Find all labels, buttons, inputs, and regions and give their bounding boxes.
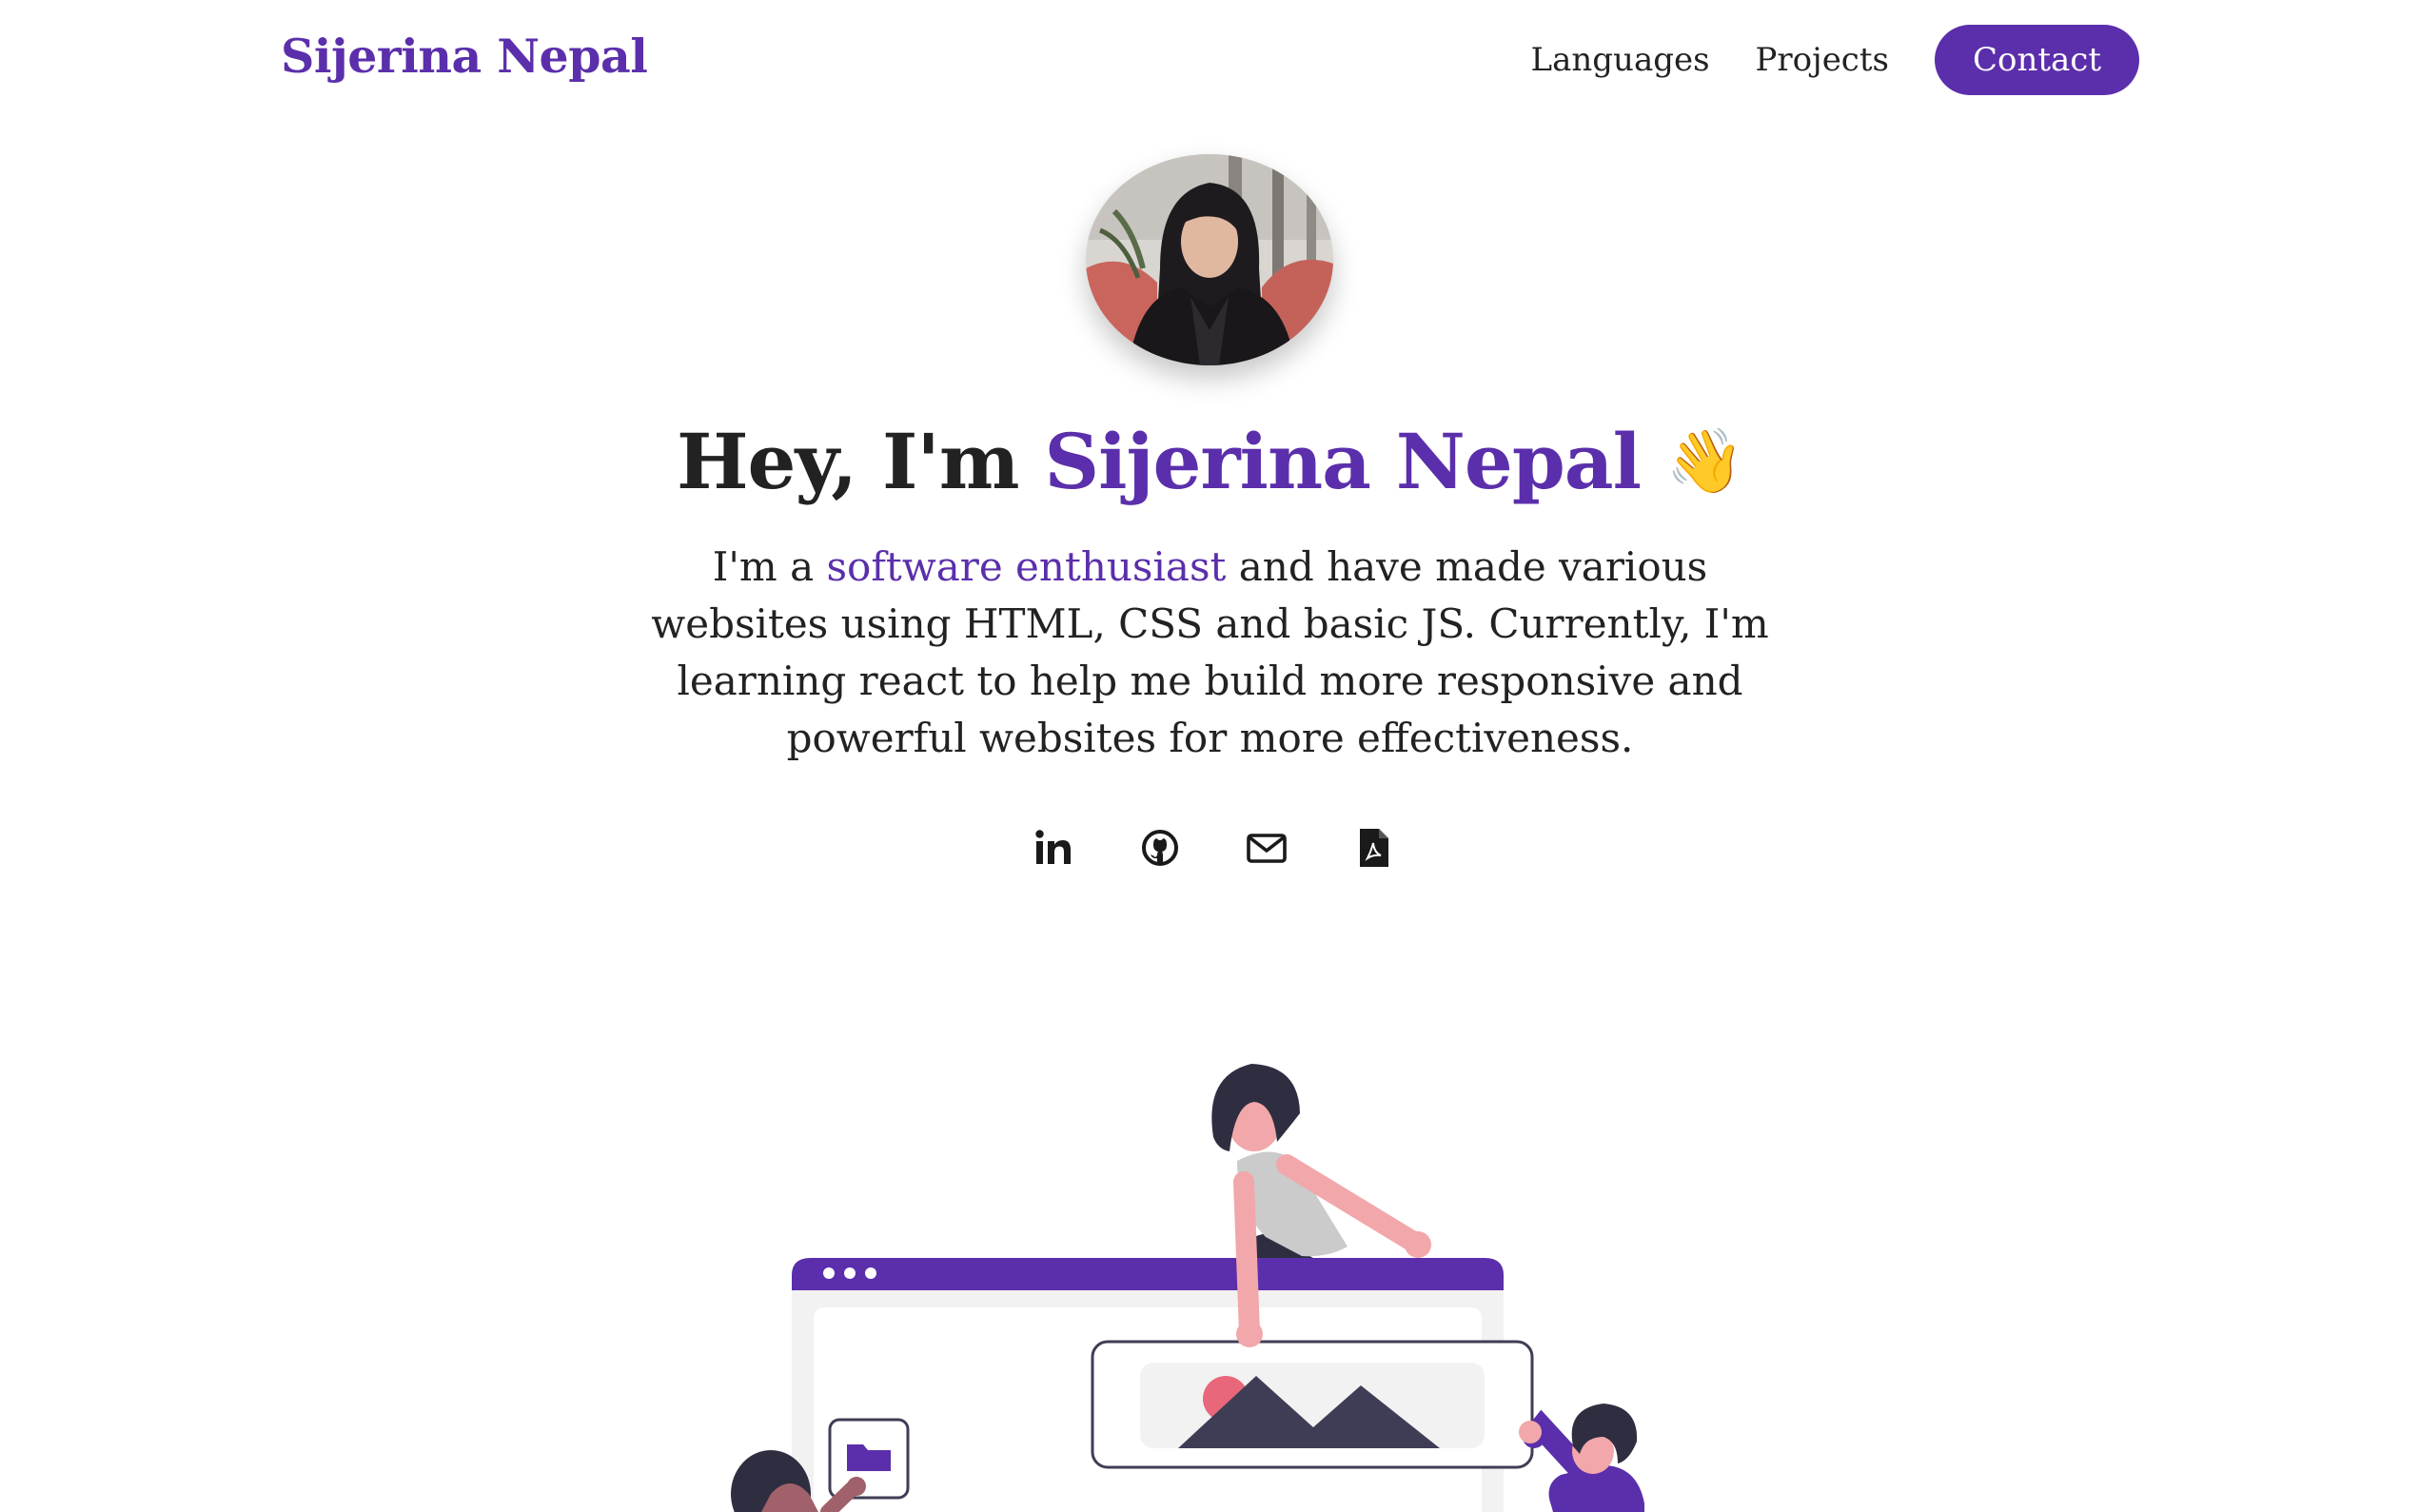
github-icon[interactable] bbox=[1139, 826, 1181, 870]
man-figure-graphic bbox=[1519, 1404, 1644, 1512]
site-header: Sijerina Nepal Languages Projects Contac… bbox=[0, 0, 2420, 122]
hero-headline: Hey, I'm Sijerina Nepal 👋 bbox=[0, 417, 2420, 506]
avatar bbox=[1086, 154, 1333, 365]
waving-hand-icon: 👋 bbox=[1665, 423, 1744, 498]
nav-languages[interactable]: Languages bbox=[1531, 41, 1710, 79]
folder-icon bbox=[828, 1418, 910, 1500]
hero-intro: I'm a software enthusiast and have made … bbox=[628, 539, 1792, 767]
intro-prefix: I'm a bbox=[712, 543, 827, 590]
main-nav: Languages Projects Contact bbox=[1531, 25, 2139, 95]
headline-prefix: Hey, I'm bbox=[676, 417, 1045, 506]
mail-icon[interactable] bbox=[1246, 826, 1288, 870]
linkedin-icon[interactable] bbox=[1033, 826, 1074, 870]
social-links bbox=[1033, 826, 1394, 870]
pdf-icon[interactable] bbox=[1352, 826, 1394, 870]
avatar-photo bbox=[1086, 154, 1333, 365]
contact-button[interactable]: Contact bbox=[1934, 25, 2139, 95]
nav-projects[interactable]: Projects bbox=[1756, 41, 1889, 79]
headline-name: Sijerina Nepal bbox=[1044, 417, 1642, 506]
hero-illustration bbox=[731, 1064, 1644, 1512]
brand-logo[interactable]: Sijerina Nepal bbox=[281, 29, 648, 84]
portfolio-page: Sijerina Nepal Languages Projects Contac… bbox=[0, 0, 2420, 1512]
intro-highlight: software enthusiast bbox=[826, 543, 1227, 590]
image-card-graphic bbox=[1091, 1340, 1534, 1469]
